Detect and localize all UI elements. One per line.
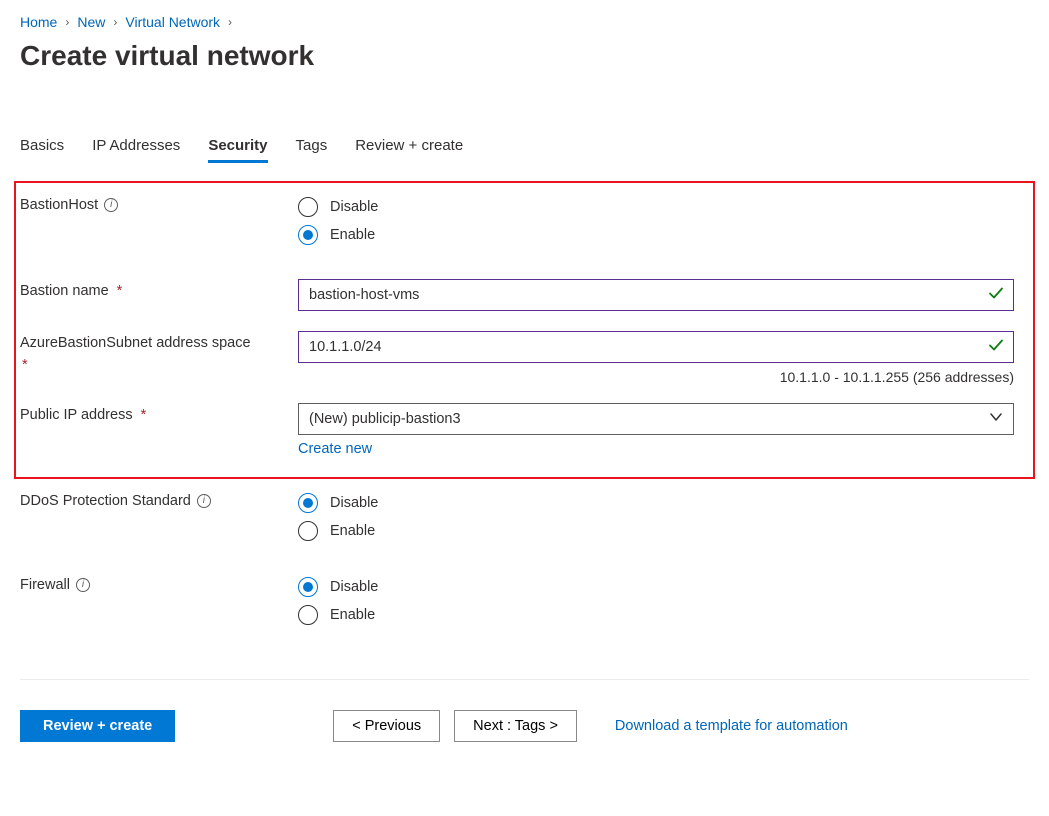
- radio-checked-icon: [298, 493, 318, 513]
- chevron-right-icon: ›: [228, 15, 232, 29]
- firewall-label: Firewall i: [20, 573, 298, 593]
- radio-icon: [298, 605, 318, 625]
- radio-checked-icon: [298, 225, 318, 245]
- info-icon[interactable]: i: [76, 578, 90, 592]
- required-asterisk: *: [22, 357, 298, 373]
- bastion-host-disable[interactable]: Disable: [298, 193, 1023, 221]
- radio-label: Disable: [330, 199, 378, 215]
- ddos-label: DDoS Protection Standard i: [20, 489, 298, 509]
- bastion-host-label-text: BastionHost: [20, 197, 98, 213]
- page-title: Create virtual network: [20, 40, 1029, 72]
- tab-ip-addresses[interactable]: IP Addresses: [92, 137, 180, 163]
- tab-security[interactable]: Security: [208, 137, 267, 163]
- tabs: Basics IP Addresses Security Tags Review…: [20, 137, 1029, 163]
- bastion-subnet-label: AzureBastionSubnet address space *: [20, 331, 298, 373]
- firewall-enable[interactable]: Enable: [298, 601, 1029, 629]
- radio-label: Enable: [330, 523, 375, 539]
- bastion-section-highlight: BastionHost i Disable Enable Bastion nam…: [14, 181, 1035, 479]
- radio-checked-icon: [298, 577, 318, 597]
- public-ip-label: Public IP address *: [20, 403, 298, 423]
- required-asterisk: *: [117, 283, 123, 299]
- next-button[interactable]: Next : Tags >: [454, 710, 577, 742]
- radio-label: Enable: [330, 227, 375, 243]
- bastion-subnet-input[interactable]: [298, 331, 1014, 363]
- bastion-subnet-hint: 10.1.1.0 - 10.1.1.255 (256 addresses): [298, 369, 1014, 385]
- previous-button[interactable]: < Previous: [333, 710, 440, 742]
- ddos-disable[interactable]: Disable: [298, 489, 1029, 517]
- footer-bar: Review + create < Previous Next : Tags >…: [20, 679, 1029, 742]
- radio-label: Disable: [330, 495, 378, 511]
- breadcrumb-new[interactable]: New: [77, 14, 105, 30]
- radio-icon: [298, 197, 318, 217]
- bastion-name-label-text: Bastion name: [20, 283, 109, 299]
- chevron-right-icon: ›: [113, 15, 117, 29]
- bastion-host-enable[interactable]: Enable: [298, 221, 1023, 249]
- public-ip-value: (New) publicip-bastion3: [309, 411, 461, 427]
- bastion-host-label: BastionHost i: [20, 193, 298, 213]
- tab-basics[interactable]: Basics: [20, 137, 64, 163]
- info-icon[interactable]: i: [104, 198, 118, 212]
- ddos-label-text: DDoS Protection Standard: [20, 493, 191, 509]
- firewall-disable[interactable]: Disable: [298, 573, 1029, 601]
- radio-icon: [298, 521, 318, 541]
- public-ip-label-text: Public IP address: [20, 407, 133, 423]
- radio-label: Enable: [330, 607, 375, 623]
- tab-review-create[interactable]: Review + create: [355, 137, 463, 163]
- required-asterisk: *: [141, 407, 147, 423]
- chevron-right-icon: ›: [65, 15, 69, 29]
- bastion-subnet-label-text: AzureBastionSubnet address space: [20, 335, 251, 351]
- public-ip-select[interactable]: (New) publicip-bastion3: [298, 403, 1014, 435]
- firewall-label-text: Firewall: [20, 577, 70, 593]
- breadcrumb-home[interactable]: Home: [20, 14, 57, 30]
- ddos-enable[interactable]: Enable: [298, 517, 1029, 545]
- bastion-name-input[interactable]: [298, 279, 1014, 311]
- breadcrumb: Home › New › Virtual Network ›: [20, 14, 1029, 30]
- tab-tags[interactable]: Tags: [296, 137, 328, 163]
- create-new-link[interactable]: Create new: [298, 441, 372, 457]
- chevron-down-icon: [989, 410, 1003, 428]
- info-icon[interactable]: i: [197, 494, 211, 508]
- review-create-button[interactable]: Review + create: [20, 710, 175, 742]
- radio-label: Disable: [330, 579, 378, 595]
- download-template-link[interactable]: Download a template for automation: [615, 718, 848, 734]
- breadcrumb-virtual-network[interactable]: Virtual Network: [125, 14, 220, 30]
- bastion-name-label: Bastion name *: [20, 279, 298, 299]
